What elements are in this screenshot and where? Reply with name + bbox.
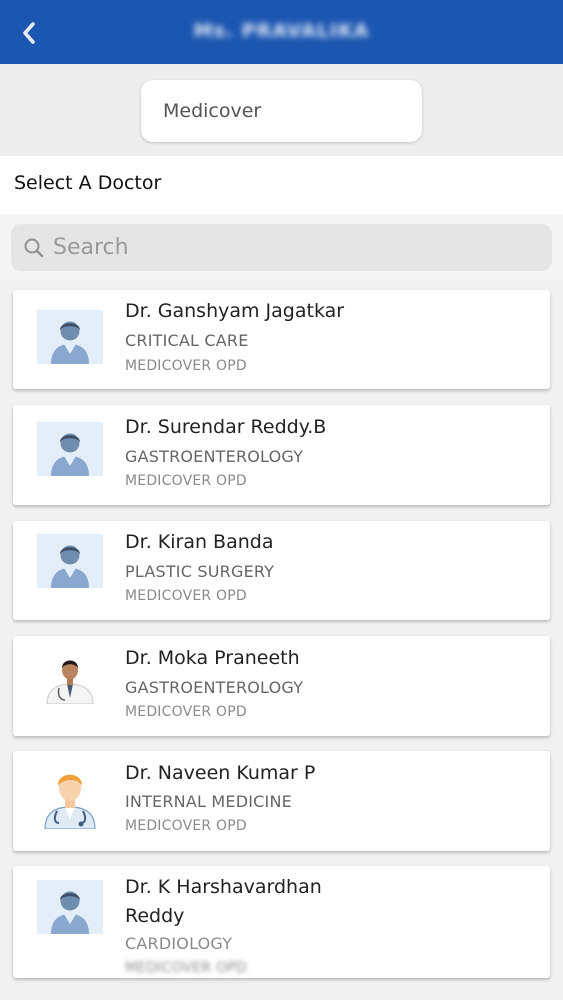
doctor-placeholder-icon [37, 422, 103, 476]
doctor-card[interactable]: Dr. Kiran Banda PLASTIC SURGERY MEDICOVE… [13, 521, 550, 620]
doctor-name: Dr. Naveen Kumar P [125, 762, 316, 784]
doctor-location: MEDICOVER OPD [125, 818, 247, 834]
doctor-card[interactable]: Dr. Ganshyam Jagatkar CRITICAL CARE MEDI… [13, 290, 550, 389]
doctor-name: Dr. Ganshyam Jagatkar [125, 300, 345, 322]
hospital-name: Medicover [163, 100, 262, 122]
doctor-location: MEDICOVER OPD [125, 358, 247, 374]
section-title: Select A Doctor [14, 172, 162, 194]
search-area: Search [0, 214, 563, 280]
doctor-placeholder-icon [37, 534, 103, 588]
doctor-specialty: INTERNAL MEDICINE [125, 792, 292, 811]
doctor-card[interactable]: Dr. Surendar Reddy.B GASTROENTEROLOGY ME… [13, 405, 550, 505]
doctor-placeholder-icon [37, 880, 103, 934]
doctor-specialty: CRITICAL CARE [125, 331, 249, 350]
doctor-specialty: CARDIOLOGY [125, 934, 233, 953]
doctor-card[interactable]: Dr. Moka Praneeth GASTROENTEROLOGY MEDIC… [13, 636, 550, 736]
search-input[interactable]: Search [11, 224, 552, 271]
doctor-specialty: GASTROENTEROLOGY [125, 678, 304, 697]
doctor-name: Dr. Kiran Banda [125, 531, 274, 553]
doctor-name: Dr. Moka Praneeth [125, 647, 300, 669]
hospital-selector[interactable]: Medicover [141, 80, 422, 142]
doctor-photo [37, 650, 103, 704]
doctor-placeholder-icon [37, 310, 103, 364]
page-title: Ms. PRAVALIKA [193, 20, 370, 42]
doctor-name: Dr. Surendar Reddy.B [125, 416, 327, 438]
doctor-location: MEDICOVER OPD [125, 704, 247, 720]
hospital-area: Medicover [0, 64, 563, 156]
doctor-location: MEDICOVER OPD [125, 473, 247, 489]
search-placeholder: Search [53, 235, 129, 260]
doctor-cartoon-icon [37, 763, 103, 829]
top-app-bar: Ms. PRAVALIKA [0, 0, 563, 64]
search-icon [24, 238, 44, 258]
doctor-name: Dr. K Harshavardhan Reddy [125, 876, 322, 927]
doctor-card[interactable]: Dr. K Harshavardhan Reddy CARDIOLOGY MED… [13, 866, 550, 978]
doctor-location: MEDICOVER OPD [125, 960, 247, 976]
section-header: Select A Doctor [0, 156, 563, 214]
doctor-specialty: PLASTIC SURGERY [125, 562, 275, 581]
doctor-card[interactable]: Dr. Naveen Kumar P INTERNAL MEDICINE MED… [13, 751, 550, 851]
doctor-specialty: GASTROENTEROLOGY [125, 447, 304, 466]
doctor-location: MEDICOVER OPD [125, 588, 247, 604]
